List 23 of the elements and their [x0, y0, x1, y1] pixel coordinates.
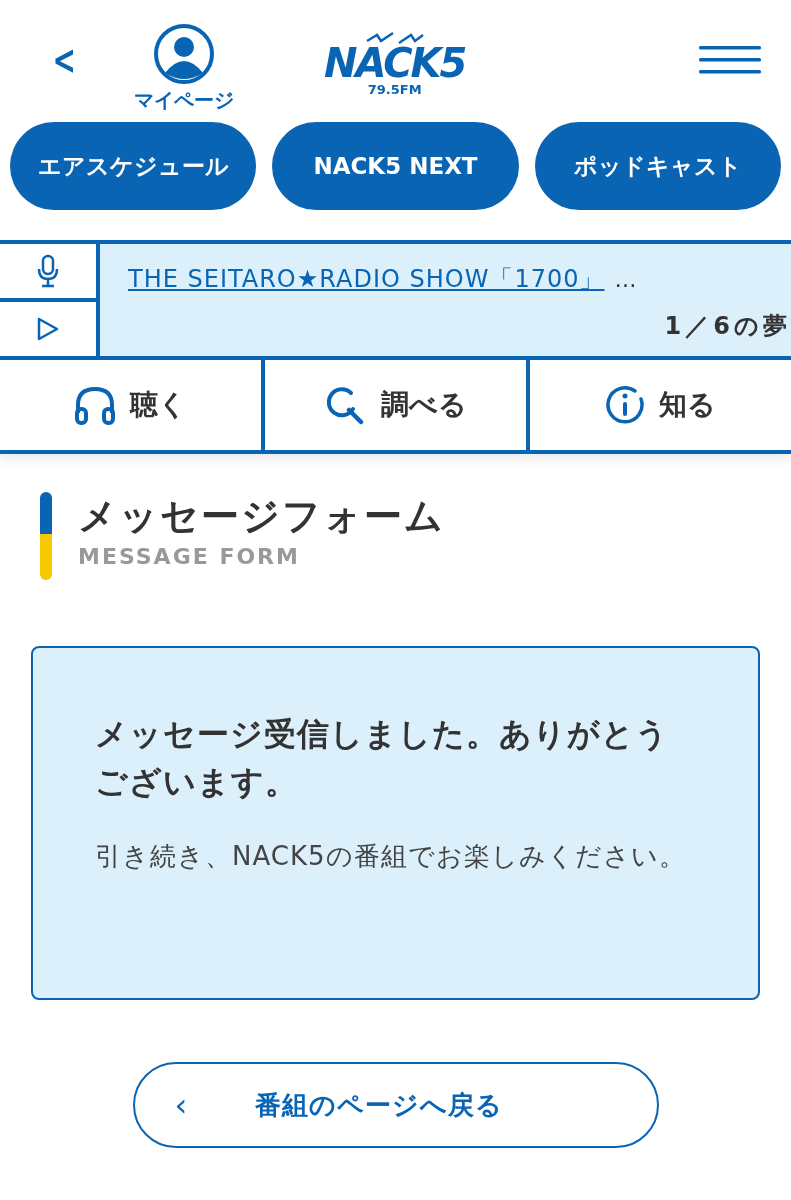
info-icon — [605, 385, 645, 425]
quick-link-button[interactable]: ポッドキャスト — [534, 122, 781, 210]
ellipsis-text: … — [614, 266, 637, 292]
back-to-program-button[interactable]: ‹ 番組のページへ戻る — [132, 1062, 659, 1148]
user-avatar-icon[interactable] — [153, 22, 215, 85]
program-subtitle: 1／6の夢 — [664, 311, 791, 342]
page-title: メッセージフォーム — [78, 493, 445, 540]
confirmation-message: 引き続き、NACK5の番組でお楽しみください。 — [95, 840, 687, 873]
headphones-icon — [74, 385, 116, 425]
back-button[interactable]: < — [52, 40, 74, 80]
program-title-link[interactable]: THE SEITARO★RADIO SHOW「1700」 — [128, 263, 605, 295]
page-subtitle: MESSAGE FORM — [78, 544, 301, 569]
mypage-link[interactable]: マイページ — [134, 86, 234, 114]
confirmation-title: メッセージ受信しました。ありがとうございます。 — [95, 714, 670, 803]
quick-link-button[interactable]: エアスケジュール — [10, 122, 257, 210]
nav-tab[interactable]: 調べる — [261, 360, 526, 450]
microphone-icon[interactable] — [37, 254, 59, 288]
station-logo[interactable]: NACK5 79.5FM — [324, 24, 466, 96]
play-icon[interactable] — [36, 316, 60, 342]
nav-tab[interactable]: 知る — [526, 360, 791, 450]
quick-link-button[interactable]: NACK5 NEXT — [272, 122, 519, 210]
menu-icon[interactable] — [699, 45, 761, 75]
nav-tab[interactable]: 聴く — [0, 360, 261, 450]
